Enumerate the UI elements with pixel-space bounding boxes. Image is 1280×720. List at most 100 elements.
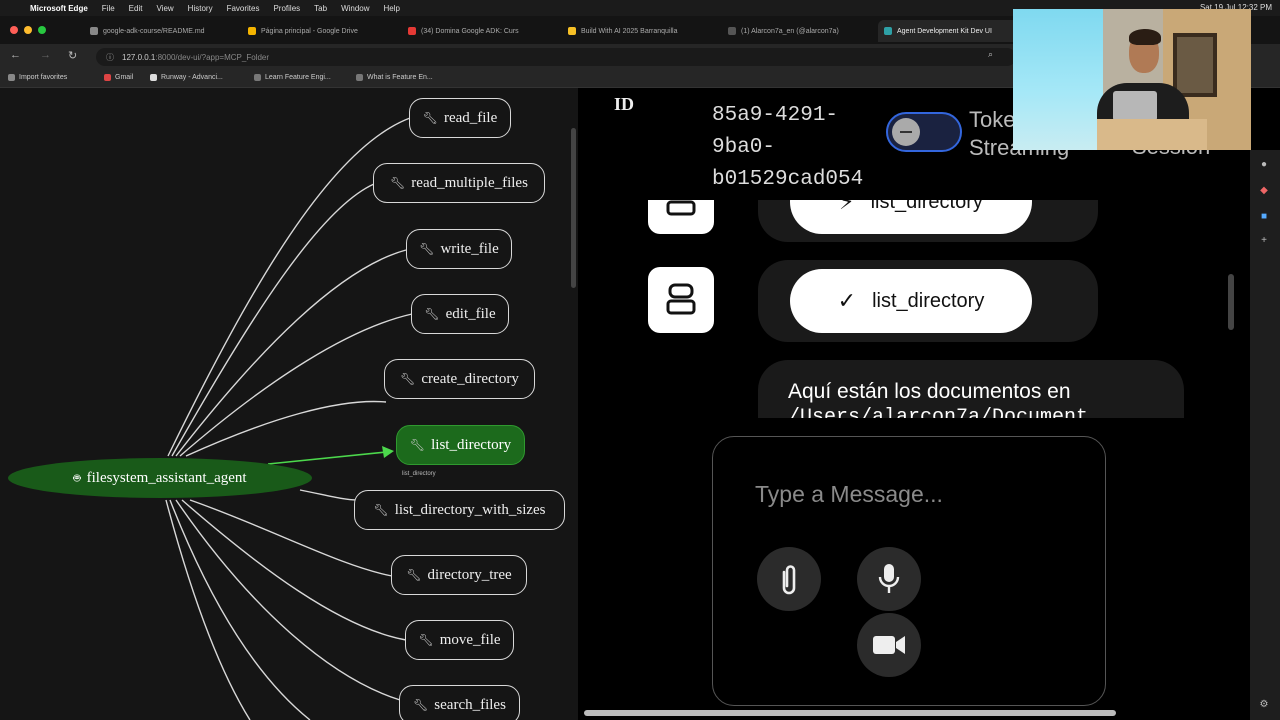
agent-node[interactable]: 🤖︎ filesystem_assistant_agent — [8, 458, 312, 498]
shopping-icon[interactable]: ◆ — [1258, 184, 1270, 196]
tab-adk-dev-ui[interactable]: Agent Development Kit Dev UI — [878, 20, 1018, 42]
menu-help[interactable]: Help — [384, 4, 400, 13]
tool-node-list-directory[interactable]: 🔧︎ list_directory — [396, 425, 525, 465]
graph-scrollbar[interactable] — [571, 128, 576, 288]
tool-node-write-file[interactable]: 🔧︎ write_file — [406, 229, 512, 269]
menu-window[interactable]: Window — [341, 4, 369, 13]
attach-button[interactable] — [757, 547, 821, 611]
agent-label: filesystem_assistant_agent — [86, 469, 247, 486]
tool-node-create-directory[interactable]: 🔧︎ create_directory — [384, 359, 535, 399]
tool-label: directory_tree — [427, 566, 512, 583]
session-id-line: 85a9-4291- — [712, 104, 839, 127]
reload-icon[interactable]: ↻ — [68, 49, 77, 62]
robot-icon — [666, 283, 696, 315]
bookmark-gmail[interactable]: Gmail — [104, 74, 133, 81]
paperclip-icon — [782, 565, 796, 595]
menu-edit[interactable]: Edit — [129, 4, 143, 13]
tool-node-directory-tree[interactable]: 🔧︎ directory_tree — [391, 555, 527, 595]
url-field[interactable]: ⓘ 127.0.0.1:8000/dev-ui/?app=MCP_Folder — [96, 48, 1016, 66]
session-id-line: 9ba0- — [712, 136, 776, 159]
google-drive-icon — [248, 27, 256, 35]
chat-scrollbar[interactable] — [1228, 274, 1234, 330]
edge-create-directory — [185, 400, 387, 457]
bookmark-what-is-feature[interactable]: What is Feature En... — [356, 74, 433, 81]
function-call-chip[interactable]: ⚡︎ list_directory — [790, 200, 1032, 234]
webcam-podium — [1097, 119, 1207, 150]
menu-profiles[interactable]: Profiles — [273, 4, 300, 13]
bookmark-label: Import favorites — [19, 74, 68, 81]
wrench-icon: 🔧︎ — [390, 175, 406, 190]
x-icon — [728, 27, 736, 35]
token-streaming-toggle[interactable] — [886, 112, 962, 152]
tab-build-with-ai[interactable]: Build With AI 2025 Barranquilla — [562, 20, 722, 42]
adk-icon — [884, 27, 892, 35]
message-input[interactable] — [755, 481, 1075, 508]
bookmark-runway[interactable]: Runway - Advanci... — [150, 74, 223, 81]
wrench-icon: 🔧︎ — [419, 241, 435, 256]
tool-node-read-multiple-files[interactable]: 🔧︎ read_multiple_files — [373, 163, 545, 203]
zoom-icon[interactable]: ⌕ — [988, 49, 993, 60]
robot-icon: 🤖︎ — [73, 470, 81, 485]
wrench-icon: 🔧︎ — [409, 437, 426, 452]
wrench-icon: 🔧︎ — [422, 110, 438, 125]
tab-label: Agent Development Kit Dev UI — [897, 27, 992, 35]
chip-label: list_directory — [872, 289, 985, 312]
tab-youtube[interactable]: (34) Domina Google ADK: Curs — [402, 20, 562, 42]
tool-label: read_multiple_files — [411, 174, 528, 191]
bookmark-import-favorites[interactable]: Import favorites — [8, 74, 67, 81]
tab-label: Página principal - Google Drive — [261, 27, 358, 35]
menu-view[interactable]: View — [156, 4, 173, 13]
browser-sidebar: ● ◆ ■ + ⚙ — [1250, 150, 1280, 720]
tool-node-read-file[interactable]: 🔧︎ read_file — [409, 98, 511, 138]
tool-node-search-files[interactable]: 🔧︎ search_files — [399, 685, 520, 720]
menu-app-name[interactable]: Microsoft Edge — [30, 4, 88, 13]
forward-icon[interactable]: → — [40, 49, 51, 61]
wrench-icon: 🔧︎ — [418, 632, 434, 647]
bookmark-label: Gmail — [115, 74, 134, 81]
site-info-icon[interactable]: ⓘ — [106, 52, 114, 63]
build-with-ai-icon — [568, 27, 576, 35]
search-icon[interactable]: ● — [1258, 158, 1270, 170]
edge-list-directory-with-sizes — [299, 489, 357, 501]
maximize-window-icon[interactable] — [38, 26, 46, 34]
function-response-chip[interactable]: ✓ list_directory — [790, 269, 1032, 333]
menu-tab[interactable]: Tab — [314, 4, 327, 13]
edge-write-file — [175, 249, 407, 457]
wrench-icon: 🔧︎ — [424, 306, 440, 321]
tool-label: move_file — [439, 631, 501, 648]
menu-file[interactable]: File — [102, 4, 115, 13]
microphone-button[interactable] — [857, 547, 921, 611]
tab-x-profile[interactable]: (1) Alarcon7a_en (@alarcon7a) — [722, 20, 878, 42]
tool-label: edit_file — [445, 305, 496, 322]
import-icon — [8, 74, 15, 81]
close-window-icon[interactable] — [10, 26, 18, 34]
tab-label: Build With AI 2025 Barranquilla — [581, 27, 678, 35]
back-icon[interactable]: ← — [10, 49, 21, 61]
tool-node-list-directory-with-sizes[interactable]: 🔧︎ list_directory_with_sizes — [354, 490, 565, 530]
microphone-icon — [878, 564, 900, 593]
video-button[interactable] — [857, 613, 921, 677]
bookmark-learn-feature[interactable]: Learn Feature Engi... — [254, 74, 331, 81]
wrench-icon: 🔧︎ — [413, 697, 429, 712]
horizontal-scrollbar[interactable] — [584, 710, 1116, 716]
session-id-value: 85a9-4291- 9ba0- b01529cad054 — [712, 100, 902, 196]
edge-list-directory — [267, 451, 387, 465]
bolt-icon: ⚡︎ — [839, 200, 855, 214]
add-icon[interactable]: + — [1258, 234, 1270, 246]
outlook-icon[interactable]: ■ — [1258, 210, 1270, 222]
minimize-window-icon[interactable] — [24, 26, 32, 34]
webcam-presenter-hair — [1129, 29, 1161, 45]
tab-google-drive[interactable]: Página principal - Google Drive — [242, 20, 402, 42]
agent-message-path: /Users/alarcon7a/Document — [788, 406, 1089, 418]
bookmark-icon — [254, 74, 261, 81]
menu-favorites[interactable]: Favorites — [227, 4, 260, 13]
edge-label: list_directory — [402, 471, 436, 477]
settings-icon[interactable]: ⚙ — [1258, 698, 1270, 710]
webcam-picture-frame — [1173, 33, 1217, 97]
bookmark-label: What is Feature En... — [367, 74, 433, 81]
check-icon: ✓ — [837, 288, 857, 313]
tool-node-move-file[interactable]: 🔧︎ move_file — [405, 620, 514, 660]
menu-history[interactable]: History — [188, 4, 213, 13]
tab-github-readme[interactable]: google-adk-course/README.md — [84, 20, 242, 42]
tool-node-edit-file[interactable]: 🔧︎ edit_file — [411, 294, 509, 334]
